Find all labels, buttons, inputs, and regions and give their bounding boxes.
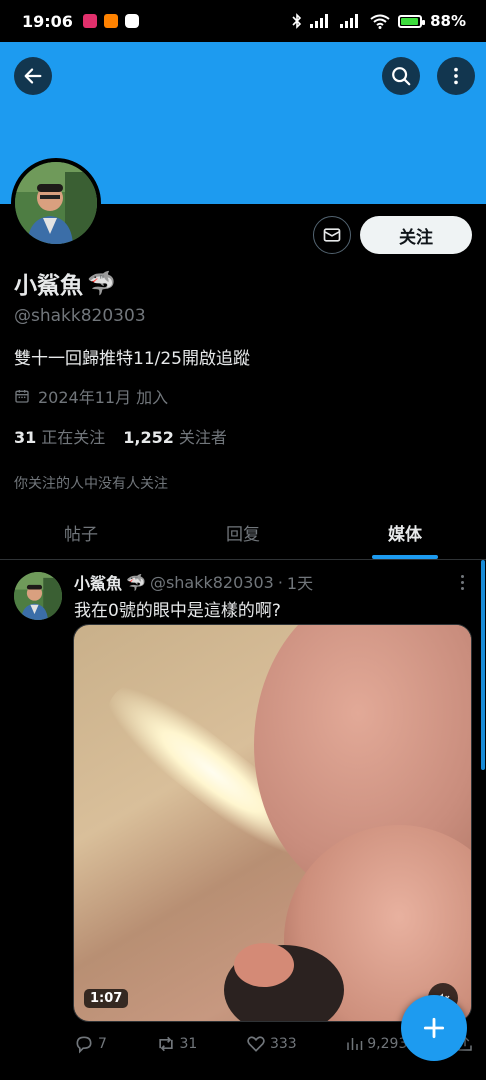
- follow-counts: 31 正在关注 1,252 关注者: [14, 424, 227, 448]
- joined-date: 2024年11月 加入: [14, 384, 168, 408]
- message-button[interactable]: [313, 216, 351, 254]
- following-label: 正在关注: [41, 428, 106, 447]
- tab-media-label: 媒体: [388, 525, 422, 545]
- post-time[interactable]: 1天: [287, 570, 313, 594]
- profile-avatar[interactable]: [11, 158, 101, 248]
- mail-icon: [323, 228, 341, 242]
- reply-icon: [76, 1036, 92, 1054]
- back-button[interactable]: [14, 57, 52, 95]
- post-more-button[interactable]: [454, 572, 470, 592]
- signal-hd-icon: [340, 14, 359, 28]
- status-right: 88%: [292, 12, 466, 30]
- following-count: 31: [14, 428, 37, 447]
- post-header: 小鯊魚 🦈 @shakk820303 · 1天: [74, 570, 313, 594]
- compose-button[interactable]: [401, 995, 467, 1061]
- following-link[interactable]: 31 正在关注: [14, 424, 105, 448]
- post-avatar[interactable]: [14, 572, 62, 620]
- post-author-handle[interactable]: @shakk820303: [150, 573, 274, 592]
- calendar-icon: [15, 390, 29, 403]
- profile-tabs: 帖子 回复 媒体: [0, 506, 486, 560]
- tab-posts-label: 帖子: [64, 525, 98, 545]
- video-ear: [234, 943, 294, 987]
- profile-bio: 雙十一回歸推特11/25開啟追蹤: [14, 349, 250, 369]
- instagram-icon: [82, 14, 97, 28]
- profile-name-text: 小鯊魚: [14, 273, 83, 299]
- search-icon: [392, 67, 411, 86]
- post-author-name[interactable]: 小鯊魚: [74, 570, 122, 594]
- followers-label: 关注者: [178, 428, 227, 447]
- shark-emoji: 🦈: [87, 270, 116, 297]
- repost-count: 31: [179, 1036, 198, 1052]
- tab-media[interactable]: 媒体: [324, 506, 486, 559]
- search-button[interactable]: [382, 57, 420, 95]
- post-avatar-photo: [14, 572, 62, 620]
- tab-replies-label: 回复: [226, 525, 260, 545]
- battery-level: 88%: [430, 12, 466, 30]
- follow-button[interactable]: 关注: [360, 216, 472, 254]
- profile-handle: @shakk820303: [14, 306, 146, 326]
- wifi-icon: [370, 14, 390, 29]
- system-nav-bar: [0, 1072, 486, 1080]
- repost-button[interactable]: 31: [156, 1034, 198, 1054]
- joined-text: 2024年11月 加入: [38, 388, 169, 407]
- heart-icon: [247, 1036, 265, 1052]
- tab-active-indicator: [372, 555, 438, 559]
- tab-posts[interactable]: 帖子: [0, 506, 162, 559]
- like-count: 333: [269, 1036, 297, 1052]
- weibo-icon: [103, 14, 118, 28]
- more-button[interactable]: [437, 57, 475, 95]
- app-icon: [124, 14, 139, 28]
- like-button[interactable]: 333: [246, 1034, 297, 1054]
- bluetooth-icon: [292, 13, 302, 29]
- scrollbar[interactable]: [481, 560, 485, 770]
- status-bar: 19:06 88%: [0, 0, 486, 42]
- signal-icon: [310, 14, 329, 28]
- post-video[interactable]: 1:07: [73, 624, 472, 1022]
- views-button[interactable]: 9,293: [345, 1034, 407, 1054]
- post-text: 我在0號的眼中是這樣的啊?: [74, 601, 281, 621]
- followers-you-know[interactable]: 你关注的人中没有人关注: [14, 473, 168, 493]
- status-time: 19:06: [22, 11, 73, 31]
- repost-icon: [158, 1036, 173, 1052]
- battery-icon: [398, 14, 426, 28]
- views-count: 9,293: [367, 1036, 408, 1052]
- tab-replies[interactable]: 回复: [162, 506, 324, 559]
- post-separator: ·: [277, 572, 283, 592]
- profile-name: 小鯊魚 🦈: [14, 266, 116, 300]
- avatar-photo: [15, 162, 97, 244]
- reply-button[interactable]: 7: [74, 1034, 107, 1054]
- plus-icon: [423, 1017, 445, 1039]
- more-vertical-icon: [454, 67, 458, 85]
- followers-link[interactable]: 1,252 关注者: [123, 424, 227, 448]
- video-duration: 1:07: [84, 989, 129, 1008]
- reply-count: 7: [98, 1036, 107, 1052]
- followers-count: 1,252: [123, 428, 174, 447]
- arrow-left-icon: [24, 68, 42, 84]
- post-author-emoji: 🦈: [126, 572, 146, 592]
- views-icon: [347, 1038, 363, 1050]
